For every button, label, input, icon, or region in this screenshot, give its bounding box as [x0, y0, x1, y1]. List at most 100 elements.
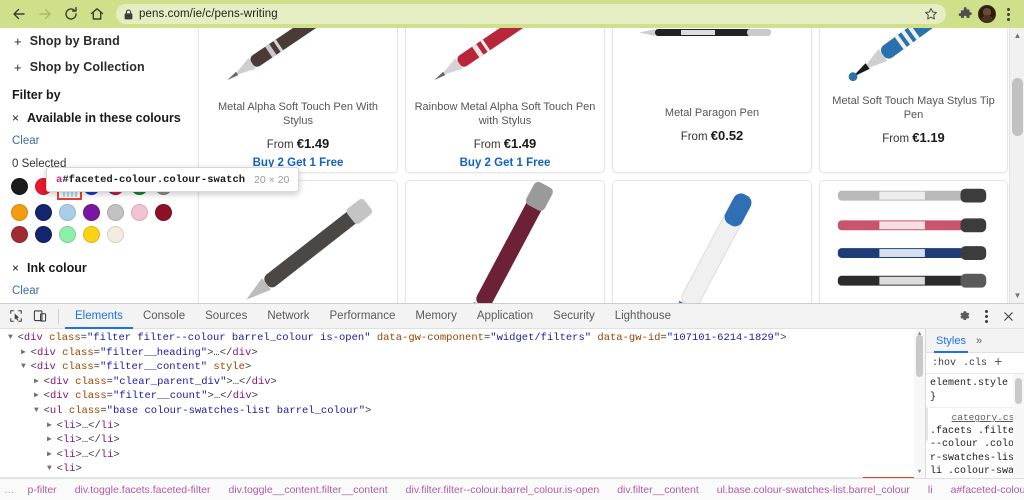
- pane-resizer[interactable]: [926, 407, 928, 441]
- colour-swatch[interactable]: [131, 204, 148, 221]
- dom-tree-pane[interactable]: ▼ <div class="filter filter--colour barr…: [0, 329, 925, 478]
- breadcrumb-item[interactable]: …: [0, 484, 19, 496]
- tab-memory[interactable]: Memory: [405, 304, 467, 329]
- breadcrumb-item[interactable]: div.filter.filter--colour.barrel_colour.…: [397, 484, 609, 496]
- shop-by-brand-link[interactable]: + Shop by Brand: [14, 34, 186, 48]
- scrollbar-thumb[interactable]: [1015, 378, 1022, 404]
- forward-button[interactable]: [32, 1, 58, 27]
- close-icon[interactable]: [996, 304, 1020, 328]
- product-card[interactable]: Metal Soft Touch Maya Stylus Tip Pen Fro…: [819, 28, 1008, 173]
- dom-node[interactable]: ▶ <div class="clear_parent_div">…</div>: [0, 375, 925, 390]
- twisty-closed-icon[interactable]: ▶: [47, 421, 57, 430]
- device-toolbar-icon[interactable]: [28, 304, 52, 328]
- twisty-open-icon[interactable]: ▼: [8, 333, 18, 342]
- css-rule[interactable]: category.cs… .facets .filter--colour .co…: [930, 411, 1020, 478]
- colour-swatch[interactable]: [155, 204, 172, 221]
- product-card[interactable]: Rainbow Metal Alpha Soft Touch Pen with …: [405, 28, 605, 173]
- colour-swatch[interactable]: [59, 204, 76, 221]
- dom-node[interactable]: ▶ <div class="filter__heading">…</div>: [0, 346, 925, 361]
- dom-node[interactable]: ▶ <li>…</li>: [0, 448, 925, 463]
- colour-swatch[interactable]: [59, 226, 76, 243]
- product-card[interactable]: [612, 180, 812, 303]
- three-dot-menu-icon[interactable]: [998, 2, 1018, 26]
- breadcrumb-item[interactable]: div.filter__content: [608, 484, 708, 496]
- dom-node[interactable]: ▼ <li>: [0, 462, 925, 477]
- breadcrumb-item[interactable]: li: [919, 484, 942, 496]
- three-dot-menu-icon[interactable]: [976, 304, 996, 328]
- reload-button[interactable]: [58, 1, 84, 27]
- product-promo[interactable]: Buy 2 Get 1 Free: [412, 157, 598, 169]
- back-button[interactable]: [6, 1, 32, 27]
- stylesheet-source-link[interactable]: category.cs…: [930, 411, 1020, 425]
- dom-tree-scrollbar[interactable]: ▲ ▼: [914, 329, 925, 478]
- dom-node[interactable]: ▼ <div class="filter__content" style>: [0, 360, 925, 375]
- gear-icon[interactable]: [952, 304, 976, 328]
- breadcrumb-item[interactable]: div.toggle.facets.faceted-filter: [66, 484, 220, 496]
- twisty-open-icon[interactable]: ▼: [34, 406, 44, 415]
- address-bar[interactable]: pens.com/ie/c/pens-writing: [116, 4, 946, 24]
- twisty-closed-icon[interactable]: ▶: [34, 377, 44, 386]
- scroll-up-icon[interactable]: ▲: [1010, 28, 1024, 43]
- colour-swatch[interactable]: [35, 226, 52, 243]
- colour-swatch[interactable]: [11, 204, 28, 221]
- colour-swatch[interactable]: [107, 226, 124, 243]
- colour-swatch[interactable]: [83, 204, 100, 221]
- tab-performance[interactable]: Performance: [320, 304, 406, 329]
- hov-button[interactable]: :hov: [932, 358, 956, 369]
- home-button[interactable]: [84, 1, 110, 27]
- twisty-open-icon[interactable]: ▼: [21, 362, 31, 371]
- clear-ink-colour-link[interactable]: Clear: [12, 285, 186, 297]
- breadcrumb-item[interactable]: a#faceted-colour.colour-swatch.: [942, 484, 1024, 496]
- tab-console[interactable]: Console: [133, 304, 195, 329]
- dom-node[interactable]: ▶ <li>…</li>: [0, 419, 925, 434]
- styles-scrollbar[interactable]: [1013, 374, 1024, 478]
- breadcrumb-item[interactable]: div.toggle__content.filter__content: [219, 484, 396, 496]
- colour-swatch[interactable]: [83, 226, 100, 243]
- clear-colours-link[interactable]: Clear: [12, 135, 186, 147]
- product-card[interactable]: [819, 180, 1008, 303]
- price-prefix: From: [882, 132, 910, 145]
- product-card[interactable]: [405, 180, 605, 303]
- page-scrollbar[interactable]: ▲ ▼: [1009, 28, 1024, 303]
- scrollbar-thumb[interactable]: [916, 335, 923, 377]
- tab-security[interactable]: Security: [543, 304, 605, 329]
- dom-node[interactable]: ▼ <ul class="base colour-swatches-list b…: [0, 404, 925, 419]
- cls-button[interactable]: .cls: [963, 358, 987, 369]
- bookmark-star-icon[interactable]: [924, 7, 938, 26]
- product-card[interactable]: Metal Paragon Pen From €0.52: [612, 28, 812, 173]
- tab-lighthouse[interactable]: Lighthouse: [605, 304, 681, 329]
- styles-more-tabs[interactable]: »: [976, 335, 982, 347]
- scrollbar-thumb[interactable]: [1012, 78, 1023, 136]
- new-style-rule-button[interactable]: +: [994, 356, 1002, 370]
- inspect-element-icon[interactable]: [4, 304, 28, 328]
- product-card[interactable]: Metal Alpha Soft Touch Pen With Stylus F…: [198, 28, 398, 173]
- colour-swatch[interactable]: [11, 226, 28, 243]
- shop-by-collection-link[interactable]: + Shop by Collection: [14, 60, 186, 74]
- colour-swatch[interactable]: [11, 178, 28, 195]
- facet-colours-heading[interactable]: × Available in these colours: [12, 111, 186, 125]
- tab-application[interactable]: Application: [467, 304, 543, 329]
- tab-sources[interactable]: Sources: [195, 304, 257, 329]
- scroll-down-icon[interactable]: ▼: [1010, 288, 1024, 303]
- dom-node[interactable]: ▶ <div class="filter__count">…</div>: [0, 389, 925, 404]
- twisty-closed-icon[interactable]: ▶: [47, 435, 57, 444]
- colour-swatch[interactable]: [107, 204, 124, 221]
- dom-node[interactable]: ▶ <li>…</li>: [0, 433, 925, 448]
- breadcrumb-item[interactable]: p-filter: [19, 484, 66, 496]
- puzzle-piece-icon[interactable]: [954, 2, 976, 26]
- element-style-rule[interactable]: element.style { }: [930, 377, 1020, 408]
- tab-network[interactable]: Network: [257, 304, 319, 329]
- breadcrumb-item[interactable]: ul.base.colour-swatches-list.barrel_colo…: [708, 484, 919, 496]
- tab-elements[interactable]: Elements: [65, 304, 133, 329]
- facet-ink-colour-heading[interactable]: × Ink colour: [12, 261, 186, 275]
- twisty-closed-icon[interactable]: ▶: [34, 391, 44, 400]
- colour-swatch[interactable]: [35, 204, 52, 221]
- scroll-down-icon[interactable]: ▼: [914, 467, 925, 478]
- twisty-closed-icon[interactable]: ▶: [21, 348, 31, 357]
- product-card[interactable]: [198, 180, 398, 303]
- twisty-closed-icon[interactable]: ▶: [47, 450, 57, 459]
- tab-styles[interactable]: Styles: [934, 329, 968, 353]
- twisty-open-icon[interactable]: ▼: [47, 464, 57, 473]
- dom-node[interactable]: ▼ <div class="filter filter--colour barr…: [0, 331, 925, 346]
- avatar[interactable]: [978, 5, 996, 23]
